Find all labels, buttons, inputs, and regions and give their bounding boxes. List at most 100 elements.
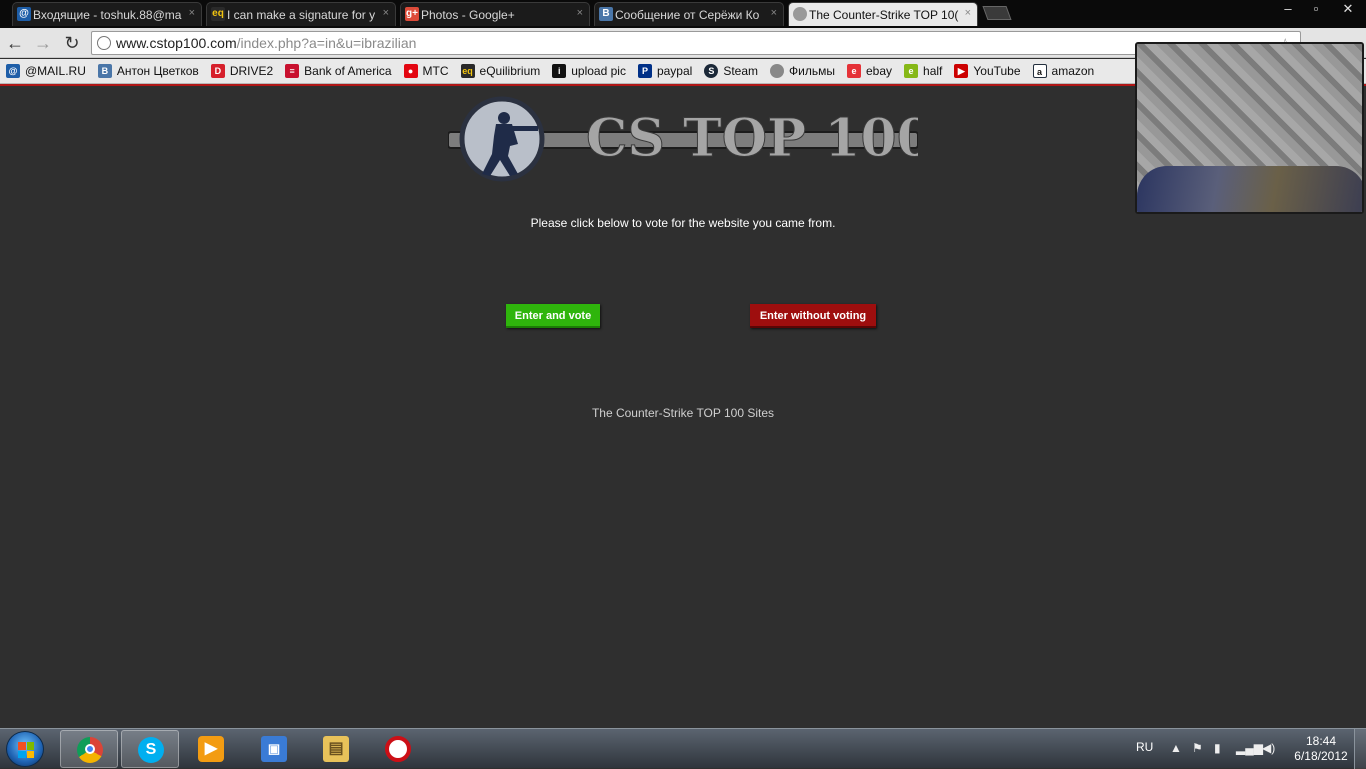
webcam-preview bbox=[1135, 42, 1364, 214]
bookmark-mailru[interactable]: @ @MAIL.RU bbox=[6, 64, 86, 78]
bookmark-equilibrium[interactable]: eq eQuilibrium bbox=[460, 64, 540, 78]
cs-top100-logo[interactable]: CS TOP 100 bbox=[447, 96, 933, 182]
bookmark-steam[interactable]: S Steam bbox=[704, 64, 758, 78]
bookmark-half[interactable]: e half bbox=[904, 64, 942, 78]
tab-vk-message[interactable]: B Сообщение от Серёжи Ко × bbox=[594, 2, 784, 26]
clock-time: 18:44 bbox=[1305, 734, 1337, 748]
power-icon[interactable]: ▮ bbox=[1214, 741, 1221, 755]
reload-button[interactable]: ↻ bbox=[61, 32, 83, 54]
bank-of-america-icon: ≡ bbox=[285, 64, 300, 78]
mail-at-icon: @ bbox=[6, 64, 20, 78]
equilibrium-icon: eq bbox=[211, 7, 225, 21]
tab-label: Сообщение от Серёжи Ко bbox=[615, 7, 760, 22]
enter-without-voting-button[interactable]: Enter without voting bbox=[750, 304, 876, 328]
paypal-icon: P bbox=[637, 64, 652, 78]
close-icon[interactable]: × bbox=[189, 7, 195, 19]
mail-at-icon: @ bbox=[17, 7, 31, 21]
tab-inbox[interactable]: @ Входящие - toshuk.88@ma × bbox=[12, 2, 202, 26]
taskbar-explorer[interactable]: ▤ bbox=[307, 730, 365, 768]
chrome-icon bbox=[77, 737, 103, 763]
address-bar[interactable]: www.cstop100.com/index.php?a=in&u=ibrazi… bbox=[91, 31, 1301, 55]
bookmark-anton[interactable]: B Антон Цветков bbox=[97, 64, 199, 78]
close-icon[interactable]: × bbox=[383, 7, 389, 19]
google-plus-icon: g+ bbox=[405, 7, 419, 21]
taskbar-remote-desktop[interactable]: ▣ bbox=[245, 730, 303, 768]
tab-signature[interactable]: eq I can make a signature for y × bbox=[206, 2, 396, 26]
bookmark-label: Steam bbox=[723, 64, 759, 78]
forward-button[interactable]: → bbox=[32, 32, 54, 54]
windows-logo-icon bbox=[18, 742, 34, 758]
tab-label: Входящие - toshuk.88@ma bbox=[33, 7, 182, 22]
taskbar-skype[interactable]: S bbox=[121, 730, 179, 768]
opera-icon bbox=[385, 736, 411, 762]
bookmark-label: @MAIL.RU bbox=[25, 64, 86, 78]
mts-icon: ● bbox=[403, 64, 418, 78]
bookmark-paypal[interactable]: Ppaypal bbox=[637, 64, 693, 78]
network-icon[interactable]: ▂▄▆ bbox=[1236, 741, 1263, 755]
tab-cstop100[interactable]: The Counter-Strike TOP 10( × bbox=[788, 2, 978, 26]
bookmark-label: DRIVE2 bbox=[229, 64, 274, 78]
taskbar-chrome[interactable] bbox=[60, 730, 118, 768]
media-player-icon: ▶ bbox=[198, 736, 224, 762]
vote-prompt: Please click below to vote for the websi… bbox=[530, 216, 836, 230]
half-icon: e bbox=[904, 64, 919, 78]
close-icon[interactable]: × bbox=[577, 7, 583, 19]
action-center-flag-icon[interactable]: ⚑ bbox=[1192, 741, 1203, 755]
url-domain: www.cstop100.com bbox=[116, 35, 237, 51]
equilibrium-icon: eq bbox=[460, 64, 475, 78]
close-window-button[interactable]: ✕ bbox=[1330, 0, 1366, 20]
taskbar: S ▶ ▣ ▤ RU ▲ ⚑ ▮ ▂▄▆ ◀) 18:44 6/18/2012 bbox=[0, 728, 1366, 769]
show-desktop-button[interactable] bbox=[1354, 729, 1366, 769]
taskbar-opera[interactable] bbox=[369, 730, 427, 768]
new-tab-button[interactable] bbox=[982, 6, 1012, 20]
tab-label: I can make a signature for y bbox=[227, 7, 376, 22]
globe-icon bbox=[97, 36, 111, 50]
minimize-button[interactable]: – bbox=[1274, 0, 1302, 20]
remote-desktop-icon: ▣ bbox=[261, 736, 287, 762]
bookmark-mts[interactable]: ● МТС bbox=[403, 64, 449, 78]
bookmark-upload-pic[interactable]: i upload pic bbox=[552, 64, 626, 78]
show-hidden-icons-icon[interactable]: ▲ bbox=[1170, 741, 1182, 755]
upload-pic-icon: i bbox=[552, 64, 567, 78]
start-button[interactable] bbox=[6, 731, 44, 767]
amazon-icon: a bbox=[1032, 64, 1047, 78]
clock[interactable]: 18:44 6/18/2012 bbox=[1286, 734, 1356, 764]
volume-icon[interactable]: ◀) bbox=[1262, 741, 1275, 755]
bookmark-label: amazon bbox=[1051, 64, 1095, 78]
bookmark-films[interactable]: Фильмы bbox=[770, 64, 835, 78]
bookmark-label: Bank of America bbox=[304, 64, 392, 78]
language-indicator[interactable]: RU bbox=[1136, 740, 1153, 754]
tab-google-photos[interactable]: g+ Photos - Google+ × bbox=[400, 2, 590, 26]
clock-date: 6/18/2012 bbox=[1294, 749, 1348, 763]
tab-label: The Counter-Strike TOP 10( bbox=[809, 7, 959, 22]
maximize-button[interactable]: ▫ bbox=[1302, 0, 1330, 20]
close-icon[interactable]: × bbox=[965, 7, 971, 19]
globe-icon bbox=[793, 7, 807, 21]
steam-icon: S bbox=[704, 64, 719, 78]
folder-icon: ▤ bbox=[323, 736, 349, 762]
bookmark-label: МТС bbox=[422, 64, 449, 78]
bookmark-label: paypal bbox=[656, 64, 693, 78]
bookmark-label: ebay bbox=[865, 64, 893, 78]
taskbar-media-player[interactable]: ▶ bbox=[182, 730, 240, 768]
window-controls: – ▫ ✕ bbox=[1274, 0, 1366, 20]
youtube-icon: ▶ bbox=[954, 64, 969, 78]
ebay-icon: e bbox=[846, 64, 861, 78]
skype-icon: S bbox=[138, 737, 164, 763]
back-button[interactable]: ← bbox=[4, 32, 26, 54]
bookmark-drive2[interactable]: D DRIVE2 bbox=[210, 64, 274, 78]
bookmark-label: YouTube bbox=[973, 64, 1021, 78]
enter-and-vote-button[interactable]: Enter and vote bbox=[506, 304, 600, 328]
bookmark-bank-of-america[interactable]: ≡ Bank of America bbox=[285, 64, 392, 78]
bookmark-youtube[interactable]: ▶ YouTube bbox=[954, 64, 1021, 78]
footer-text: The Counter-Strike TOP 100 Sites bbox=[591, 406, 775, 420]
bookmark-label: Антон Цветков bbox=[116, 64, 199, 78]
tab-strip: @ Входящие - toshuk.88@ma × eq I can mak… bbox=[0, 0, 1366, 28]
bookmark-label: Фильмы bbox=[789, 64, 835, 78]
bookmark-amazon[interactable]: a amazon bbox=[1032, 64, 1095, 78]
tab-label: Photos - Google+ bbox=[421, 7, 515, 22]
close-icon[interactable]: × bbox=[771, 7, 777, 19]
vk-icon: B bbox=[599, 7, 613, 21]
bookmark-ebay[interactable]: e ebay bbox=[846, 64, 893, 78]
bookmark-label: upload pic bbox=[571, 64, 626, 78]
